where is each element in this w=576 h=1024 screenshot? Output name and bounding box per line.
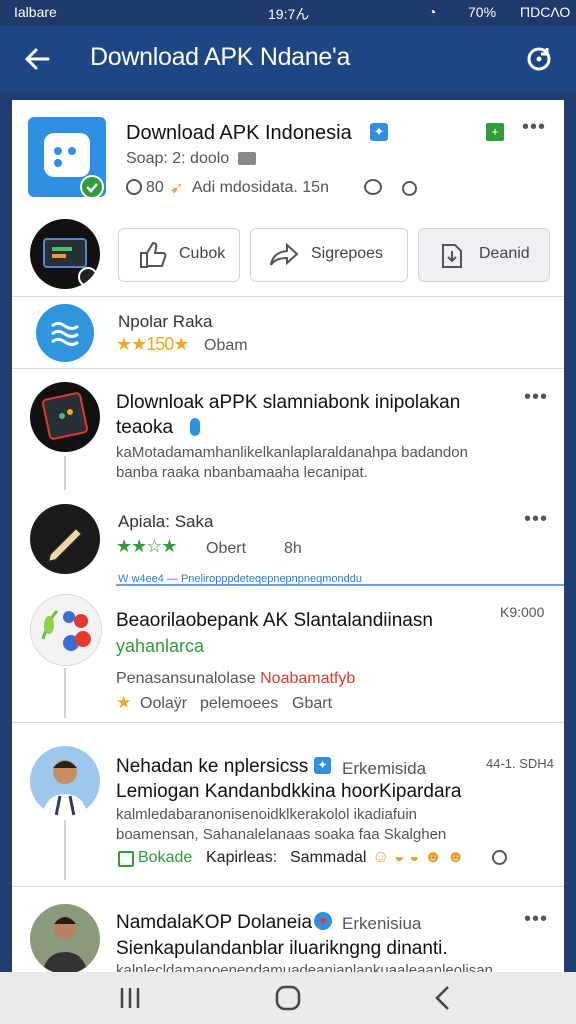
item-stat-1: Bokade [138, 849, 193, 866]
item-tag: Erkenisiua [342, 914, 422, 933]
rating-stars: ★★150★ [116, 334, 189, 354]
like-button[interactable]: Cubok [118, 228, 240, 282]
item-title: NamdalaKOP Dolaneia [116, 912, 313, 933]
item-tag: Erkemisida [342, 759, 427, 778]
item-time: 44-1. SDH4 [486, 756, 554, 771]
thread-line [64, 820, 66, 880]
wave-avatar [36, 304, 94, 362]
item-desc: Penasansunalolase Noabamatfyb [116, 670, 355, 688]
app-bar: Download APK Ndane'a [0, 26, 576, 92]
item-title: Dlownloak aPPK slamniabonk inipolakan [116, 392, 461, 413]
item-more-icon[interactable]: ••• [524, 908, 548, 931]
item-extra: Obert [206, 540, 247, 557]
banner-underline [116, 584, 564, 586]
item-desc: kalmledabaranonisenoidklkerakolol ikadia… [116, 806, 418, 823]
item-subtitle: Lemiogan Kandanbdkkina hoorKipardara [116, 781, 462, 802]
back-icon[interactable] [424, 982, 464, 1014]
item-stat-1: Oolaÿr [140, 695, 188, 712]
badge-icon: + [486, 123, 504, 141]
thread-line [64, 456, 66, 490]
item-desc-highlight: Noabamatfyb [260, 670, 356, 687]
app-logo[interactable] [28, 117, 106, 199]
thread-line [64, 668, 66, 718]
app-meta-text: Adi mdosidata. 15n [192, 179, 329, 196]
home-icon[interactable] [268, 982, 308, 1014]
system-nav-bar [0, 972, 576, 1024]
status-bar: Ialbare 19:7ん ◔ 70% ΠDCΛΟ [0, 0, 576, 26]
item-extra-2: 8h [284, 540, 302, 557]
flowers-avatar [30, 594, 102, 666]
flag-icon: ➹ [170, 180, 184, 197]
app-bar-title: Download APK Ndane'a [90, 43, 351, 71]
circle-icon[interactable] [402, 181, 417, 196]
heart-icon: ♥ [314, 912, 332, 930]
item-subtitle: yahanlarca [116, 636, 205, 656]
divider [12, 368, 564, 369]
item-stat-2: pelemoees [200, 695, 279, 712]
emoji-reactions[interactable]: ☺ ◒ ◒ ☻ ☻ [372, 847, 465, 867]
download-label: Deanid [479, 245, 530, 262]
recents-icon[interactable] [110, 982, 150, 1014]
circle-icon[interactable] [492, 850, 507, 865]
divider [12, 296, 564, 297]
item-title: Nehadan ke nplersicss [116, 756, 309, 777]
feed-container: Download APK Indonesia ✦ + ••• Soap: 2: … [12, 100, 564, 972]
app-meta-count: 80 [146, 179, 164, 196]
item-desc-text: Penasansunalolase [116, 670, 261, 687]
pencil-avatar [30, 504, 100, 574]
share-button[interactable]: Sigrepoes [250, 228, 408, 282]
divider [12, 722, 564, 723]
like-label: Cubok [179, 245, 226, 262]
rating-stars: ★★☆★ [116, 536, 178, 556]
back-arrow-icon[interactable] [20, 42, 54, 76]
app-title: Download APK Indonesia [126, 122, 352, 144]
status-carrier: Ialbare [14, 4, 57, 20]
item-stat-2: Kapirleas: [206, 849, 278, 866]
item-desc: kalnlecldamanoenendamuadeaniaplankuaalea… [116, 962, 493, 972]
divider [12, 886, 564, 887]
item-time: K9:000 [500, 604, 545, 620]
share-label: Sigrepoes [311, 245, 384, 262]
star-icon: ★ [116, 693, 132, 712]
person-avatar [30, 746, 100, 816]
app-subtitle: Soap: 2: doolo [126, 150, 230, 167]
item-stat-3: Sammadal [290, 849, 367, 866]
status-battery: 70% [468, 4, 497, 20]
status-time: 19:7ん [268, 6, 310, 22]
verified-icon: ✦ [314, 757, 331, 774]
item-desc-2: boamensan, Sahanalelanaas soaka faa Skal… [116, 826, 447, 843]
link-banner[interactable]: W w4ee4 — Pneliropppdeteqepnepnpneqmondd… [12, 573, 564, 586]
tablet-avatar[interactable] [30, 219, 100, 289]
item-extra: Obam [204, 337, 248, 354]
item-title: Apiala: Saka [118, 512, 214, 531]
verified-icon: ✦ [370, 123, 388, 141]
square-icon [118, 851, 134, 867]
info-icon [190, 418, 200, 436]
refresh-icon[interactable] [522, 42, 556, 76]
item-title: Npolar Raka [118, 312, 213, 331]
device-avatar [30, 382, 100, 452]
person-avatar-2 [30, 904, 100, 972]
item-title: Beaorilaobepank AK Slantalandiinasn [116, 610, 433, 631]
item-more-icon[interactable]: ••• [524, 386, 548, 409]
header-more-icon[interactable]: ••• [522, 116, 546, 139]
item-desc-2: banba raaka nbanbamaaha lecanipat. [116, 464, 368, 481]
wifi-icon: ◔ [428, 4, 437, 20]
item-desc: kaMotadamamhanlikelkanlaplaraldanahpa ba… [116, 444, 468, 461]
item-stat-3: Gbart [292, 695, 333, 712]
item-more-icon[interactable]: ••• [524, 508, 548, 531]
status-right: ΠDCΛΟ [520, 4, 571, 20]
item-subtitle: teaoka [116, 417, 174, 438]
chat-icon[interactable] [364, 179, 382, 195]
download-button[interactable]: Deanid [418, 228, 550, 282]
mail-icon [238, 152, 256, 165]
item-subtitle: Sienkapulandanblar iluarikngng dinanti. [116, 938, 448, 959]
clock-icon [126, 179, 142, 195]
